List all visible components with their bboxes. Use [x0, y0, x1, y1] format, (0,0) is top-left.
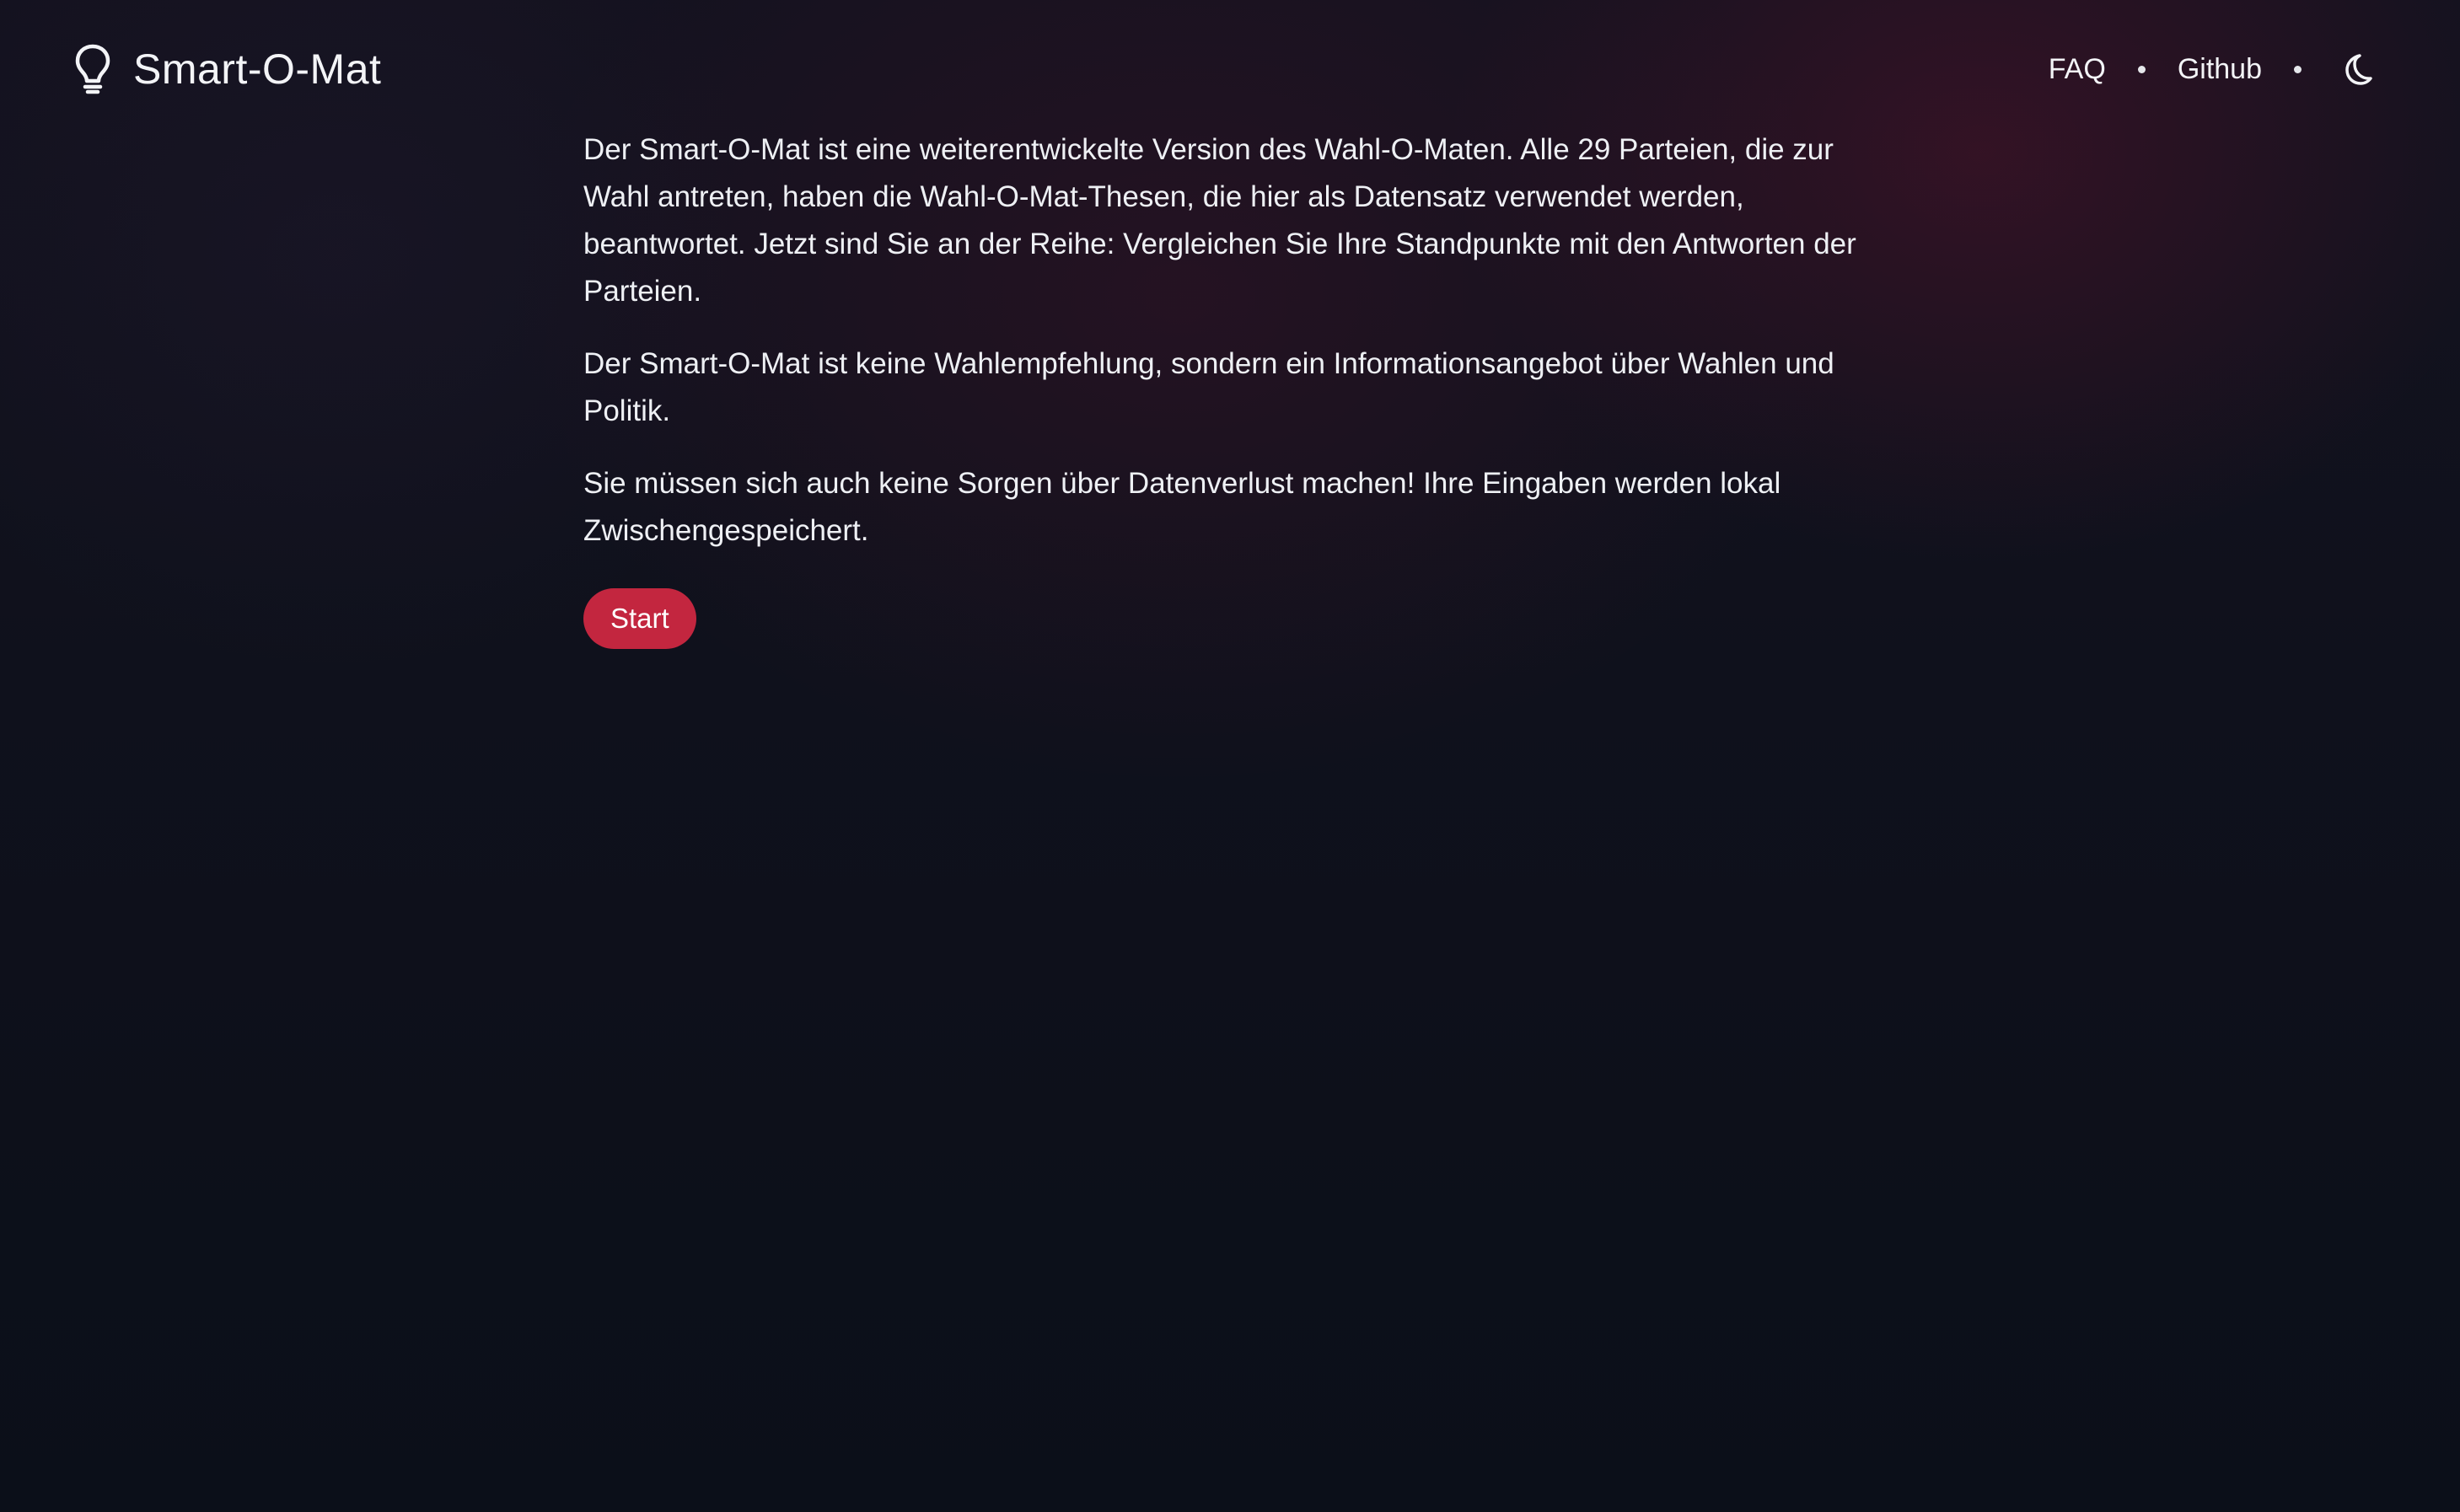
github-link[interactable]: Github	[2178, 55, 2262, 83]
lightbulb-icon	[73, 42, 113, 96]
app-title: Smart-O-Mat	[133, 46, 382, 93]
theme-toggle-button[interactable]	[2334, 46, 2379, 92]
privacy-paragraph: Sie müssen sich auch keine Sorgen über D…	[583, 467, 1781, 547]
intro-paragraph: Der Smart-O-Mat ist eine weiterentwickel…	[583, 133, 1856, 308]
moon-icon	[2339, 52, 2373, 86]
top-navigation-bar: Smart-O-Mat FAQ Github	[0, 0, 2460, 135]
header-nav: FAQ Github	[2049, 37, 2379, 101]
faq-link[interactable]: FAQ	[2049, 55, 2106, 83]
disclaimer-paragraph: Der Smart-O-Mat ist keine Wahlempfehlung…	[583, 347, 1834, 427]
start-button[interactable]: Start	[583, 588, 696, 649]
home-link[interactable]: Smart-O-Mat	[73, 37, 381, 101]
nav-separator-dot	[2137, 65, 2146, 73]
nav-separator-dot	[2294, 65, 2302, 73]
intro-section: Der Smart-O-Mat ist eine weiterentwickel…	[583, 126, 1882, 649]
